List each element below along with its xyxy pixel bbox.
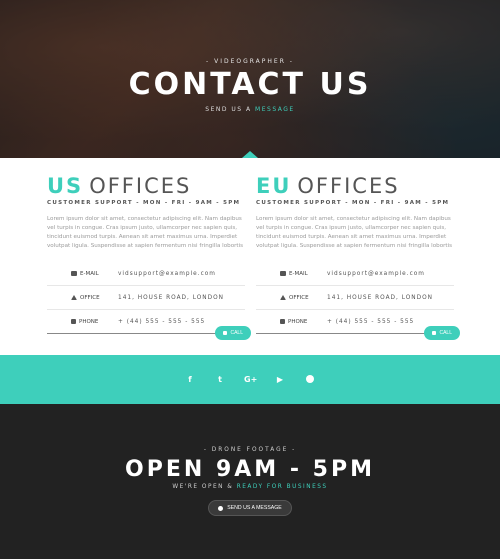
- info-label: OFFICE: [289, 294, 309, 301]
- info-row-email: E-MAIL vidsupport@example.com: [47, 262, 245, 286]
- page-title: CONTACT US: [128, 67, 372, 102]
- info-label: E-MAIL: [80, 270, 99, 277]
- chat-icon: [218, 505, 224, 511]
- hero-content: - VIDEOGRAPHER - CONTACT US SEND US A ME…: [0, 58, 500, 113]
- footer-section: - DRONE FOOTAGE - OPEN 9AM - 5PM WE'RE O…: [0, 404, 500, 559]
- hero-subtitle-prefix: SEND US A: [205, 106, 252, 113]
- footer-kicker: - DRONE FOOTAGE -: [203, 447, 297, 453]
- office-info: E-MAIL vidsupport@example.com OFFICE 141…: [47, 262, 251, 340]
- info-row-office: OFFICE 141, HOUSE ROAD, LONDON: [256, 286, 454, 310]
- send-message-button[interactable]: SEND US A MESSAGE: [208, 500, 292, 516]
- footer-subtitle-prefix: WE'RE OPEN &: [172, 484, 234, 490]
- envelope-icon: [71, 271, 77, 276]
- office-title: EU OFFICES: [256, 174, 454, 198]
- send-message-label: SEND US A MESSAGE: [227, 505, 282, 511]
- hero-subtitle: SEND US A MESSAGE: [0, 106, 500, 113]
- hero-kicker: - VIDEOGRAPHER -: [206, 58, 294, 65]
- info-row-office: OFFICE 141, HOUSE ROAD, LONDON: [47, 286, 245, 310]
- hero-subtitle-accent: MESSAGE: [255, 106, 295, 113]
- offices-section: US OFFICES CUSTOMER SUPPORT - MON - FRI -…: [0, 158, 500, 355]
- email-value[interactable]: vidsupport@example.com: [118, 271, 216, 277]
- envelope-icon: [280, 271, 286, 276]
- phone-value: + (44) 555 - 555 - 555: [327, 318, 415, 325]
- info-label: PHONE: [288, 318, 308, 325]
- office-code: EU: [256, 174, 292, 198]
- hero-notch-indicator: [242, 151, 258, 158]
- youtube-icon[interactable]: ▶: [274, 375, 286, 384]
- office-description: Lorem ipsum dolor sit amet, consectetur …: [256, 216, 453, 249]
- office-support-hours: CUSTOMER SUPPORT - MON - FRI - 9AM - 5PM: [47, 200, 241, 206]
- phone-icon: [223, 331, 228, 335]
- email-value[interactable]: vidsupport@example.com: [327, 271, 425, 277]
- address-value: 141, HOUSE ROAD, LONDON: [118, 294, 224, 301]
- footer-subtitle-accent: READY FOR BUSINESS: [236, 484, 328, 490]
- phone-value: + (44) 555 - 555 - 555: [118, 318, 206, 325]
- office-code: US: [47, 174, 84, 198]
- call-button[interactable]: CALL: [215, 326, 251, 340]
- phone-icon: [71, 319, 76, 324]
- social-bar: f t G+ ▶: [0, 355, 500, 404]
- telegram-icon-wrap[interactable]: [304, 374, 316, 385]
- phone-icon: [432, 331, 437, 335]
- info-label: OFFICE: [80, 294, 100, 301]
- google-plus-icon[interactable]: G+: [244, 375, 257, 384]
- call-button[interactable]: CALL: [424, 326, 460, 340]
- hero-banner: - VIDEOGRAPHER - CONTACT US SEND US A ME…: [0, 0, 500, 158]
- facebook-icon[interactable]: f: [184, 375, 196, 384]
- office-support-hours: CUSTOMER SUPPORT - MON - FRI - 9AM - 5PM: [256, 200, 450, 206]
- footer-title: OPEN 9AM - 5PM: [125, 457, 375, 482]
- office-title-rest: OFFICES: [297, 174, 400, 198]
- phone-icon: [280, 319, 285, 324]
- office-info: E-MAIL vidsupport@example.com OFFICE 141…: [256, 262, 460, 340]
- home-icon: [280, 295, 286, 300]
- office-info-list: E-MAIL vidsupport@example.com OFFICE 141…: [47, 262, 245, 334]
- office-us: US OFFICES CUSTOMER SUPPORT - MON - FRI -…: [47, 174, 251, 340]
- info-row-email: E-MAIL vidsupport@example.com: [256, 262, 454, 286]
- office-description: Lorem ipsum dolor sit amet, consectetur …: [47, 216, 244, 249]
- call-button-label: CALL: [230, 330, 243, 336]
- office-title-rest: OFFICES: [89, 174, 192, 198]
- info-label: E-MAIL: [289, 270, 308, 277]
- office-eu: EU OFFICES CUSTOMER SUPPORT - MON - FRI -…: [256, 174, 460, 340]
- twitter-icon[interactable]: t: [214, 375, 226, 384]
- home-icon: [71, 295, 77, 300]
- address-value: 141, HOUSE ROAD, LONDON: [327, 294, 433, 301]
- office-title: US OFFICES: [47, 174, 245, 198]
- footer-subtitle: WE'RE OPEN & READY FOR BUSINESS: [0, 484, 500, 490]
- office-info-list: E-MAIL vidsupport@example.com OFFICE 141…: [256, 262, 454, 334]
- info-label: PHONE: [79, 318, 99, 325]
- call-button-label: CALL: [439, 330, 452, 336]
- telegram-icon: [306, 374, 314, 383]
